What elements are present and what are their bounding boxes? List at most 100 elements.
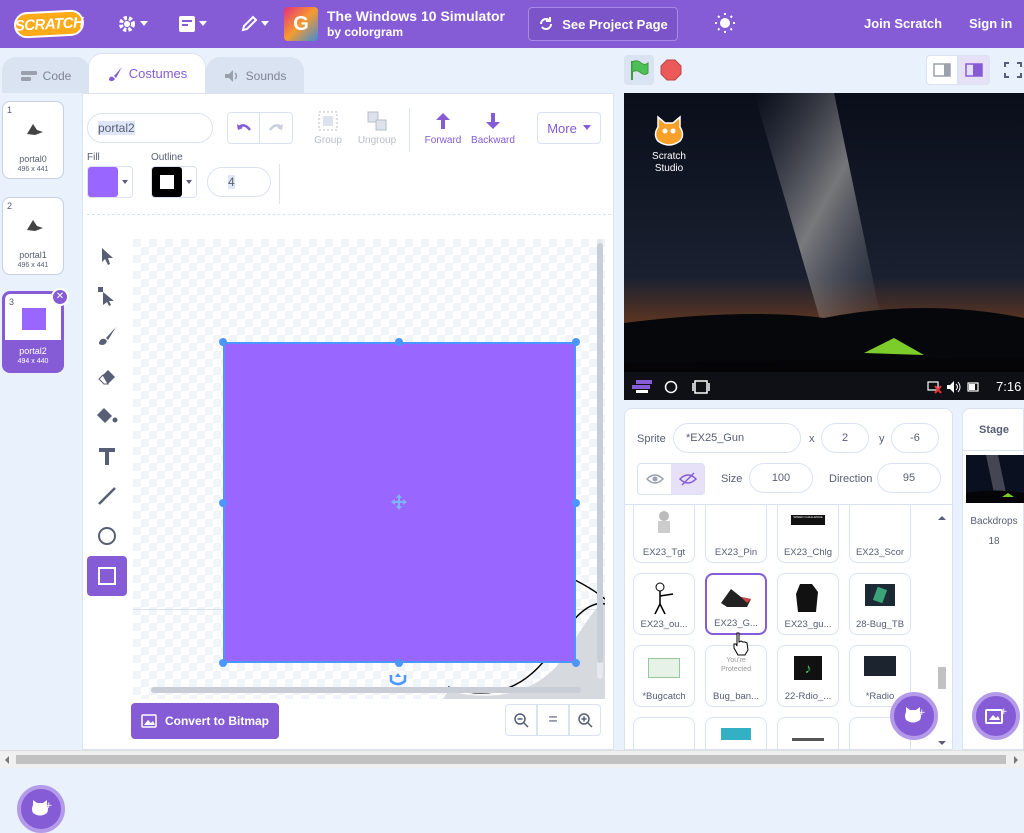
settings-menu[interactable] (117, 12, 148, 36)
window-hscroll[interactable] (0, 750, 1024, 768)
more-menu-button[interactable]: More (537, 112, 601, 144)
redo-button[interactable] (260, 113, 292, 143)
see-project-page-button[interactable]: See Project Page (528, 7, 678, 41)
backward-button[interactable]: Backward (469, 110, 517, 146)
hide-sprite-button[interactable] (671, 464, 704, 494)
battery-icon[interactable] (966, 380, 980, 394)
direction-input[interactable]: 95 (877, 463, 941, 493)
sprite-tile[interactable]: EX23_ou... (633, 573, 695, 635)
tab-costumes[interactable]: Costumes (88, 53, 206, 93)
stop-button[interactable] (660, 59, 682, 84)
sprite-tile[interactable]: SPEED CHALLENGE EX23_Chlg (777, 505, 839, 563)
volume-icon[interactable] (946, 380, 962, 394)
ungroup-button[interactable]: Ungroup (357, 110, 397, 146)
zoom-reset-button[interactable]: = (537, 704, 569, 736)
edit-menu[interactable] (240, 12, 269, 36)
delete-costume-button[interactable]: ✕ (51, 288, 69, 306)
zoom-out-button[interactable] (505, 704, 537, 736)
start-icon[interactable] (630, 378, 654, 394)
move-handle-icon[interactable] (391, 494, 407, 510)
sign-in-link[interactable]: Sign in (969, 16, 1012, 31)
costume-item[interactable]: 1 portal0 496 x 441 (2, 101, 64, 179)
green-flag-button[interactable] (624, 55, 654, 85)
scrollbar-thumb[interactable] (16, 755, 1006, 764)
outline-width-input[interactable]: 4 (207, 167, 271, 197)
reshape-tool[interactable] (87, 276, 127, 316)
eraser-tool[interactable] (87, 356, 127, 396)
canvas-hscroll[interactable] (151, 687, 581, 693)
brush-tool[interactable] (87, 316, 127, 356)
x-input[interactable]: 2 (821, 423, 869, 453)
green-flag-icon (631, 60, 649, 80)
costume-item-selected[interactable]: 3 portal2 494 x 440 ✕ (2, 288, 69, 373)
zoom-in-button[interactable] (569, 704, 601, 736)
stage[interactable]: Scratch Studio 7:16 (624, 93, 1024, 400)
thumbnail-letter: G (293, 12, 309, 35)
large-stage-button[interactable] (958, 55, 990, 85)
sprite-tile[interactable] (633, 717, 695, 749)
sprite-thumbnail (648, 658, 680, 678)
resize-handle[interactable] (395, 659, 403, 667)
search-circle-icon[interactable] (664, 380, 678, 394)
sprite-tile[interactable]: EX23_Pin (705, 505, 767, 563)
file-menu[interactable] (178, 12, 207, 36)
sprite-tile[interactable] (705, 717, 767, 749)
y-input[interactable]: -6 (891, 423, 939, 453)
outline-color-picker[interactable] (151, 166, 197, 198)
tutorials-button[interactable] (714, 12, 736, 37)
costume-item[interactable]: 2 portal1 496 x 441 (2, 197, 64, 275)
join-scratch-link[interactable]: Join Scratch (864, 16, 942, 31)
scrollbar-thumb[interactable] (938, 667, 946, 689)
sprite-thumbnail (721, 589, 751, 607)
tab-code[interactable]: Code (2, 57, 90, 93)
rotate-handle-icon[interactable] (389, 671, 407, 687)
choose-costume-button[interactable]: + (17, 785, 65, 833)
sprite-tile-selected[interactable]: EX23_G... (705, 573, 767, 635)
sprite-tile[interactable]: ♪ 22-Rdio_... (777, 645, 839, 707)
text-tool[interactable] (87, 436, 127, 476)
show-sprite-button[interactable] (638, 464, 671, 494)
circle-tool[interactable] (87, 516, 127, 556)
tab-sounds[interactable]: Sounds (206, 57, 304, 93)
sprite-tile[interactable]: 28-Bug_TB (849, 573, 911, 635)
task-view-icon[interactable] (692, 380, 710, 394)
forward-button[interactable]: Forward (421, 110, 465, 146)
fullscreen-button[interactable] (1004, 62, 1022, 81)
size-input[interactable]: 100 (749, 463, 813, 493)
group-button[interactable]: Group (313, 110, 343, 146)
canvas-vscroll[interactable] (597, 239, 603, 679)
line-tool[interactable] (87, 476, 127, 516)
resize-handle[interactable] (219, 499, 227, 507)
resize-handle[interactable] (219, 338, 227, 346)
undo-button[interactable] (228, 113, 261, 143)
convert-to-bitmap-button[interactable]: Convert to Bitmap (131, 703, 279, 739)
resize-handle[interactable] (395, 338, 403, 346)
drawing-canvas[interactable] (133, 239, 605, 699)
zoom-in-icon (578, 713, 593, 728)
sprite-tile[interactable]: EX23_gu... (777, 573, 839, 635)
sprite-name-input[interactable]: *EX25_Gun (673, 423, 801, 453)
desktop-icon-scratch-studio[interactable]: Scratch Studio (642, 115, 696, 175)
rectangle-tool[interactable] (87, 556, 127, 596)
select-tool[interactable] (87, 236, 127, 276)
sprite-tile[interactable]: EX23_Tgt (633, 505, 695, 563)
costume-dims: 496 x 441 (17, 166, 49, 173)
scratch-logo[interactable]: SCRATCH (13, 9, 85, 39)
sprite-tile[interactable] (777, 717, 839, 749)
resize-handle[interactable] (219, 659, 227, 667)
resize-handle[interactable] (572, 338, 580, 346)
size-label: Size (721, 473, 743, 485)
costume-name-input[interactable]: portal2 (87, 113, 213, 143)
fill-color-picker[interactable] (87, 166, 133, 198)
selected-rectangle[interactable] (219, 338, 580, 667)
resize-handle[interactable] (572, 659, 580, 667)
arrow-pointer-icon (102, 248, 113, 265)
choose-sprite-button[interactable]: + (890, 692, 938, 740)
small-stage-button[interactable] (926, 55, 958, 85)
choose-backdrop-button[interactable]: + (972, 692, 1020, 740)
fill-tool[interactable] (87, 396, 127, 436)
sprite-tile[interactable]: *Bugcatch (633, 645, 695, 707)
sprite-tile[interactable]: EX23_Scor (849, 505, 911, 563)
resize-handle[interactable] (572, 499, 580, 507)
network-off-icon[interactable] (926, 380, 942, 394)
